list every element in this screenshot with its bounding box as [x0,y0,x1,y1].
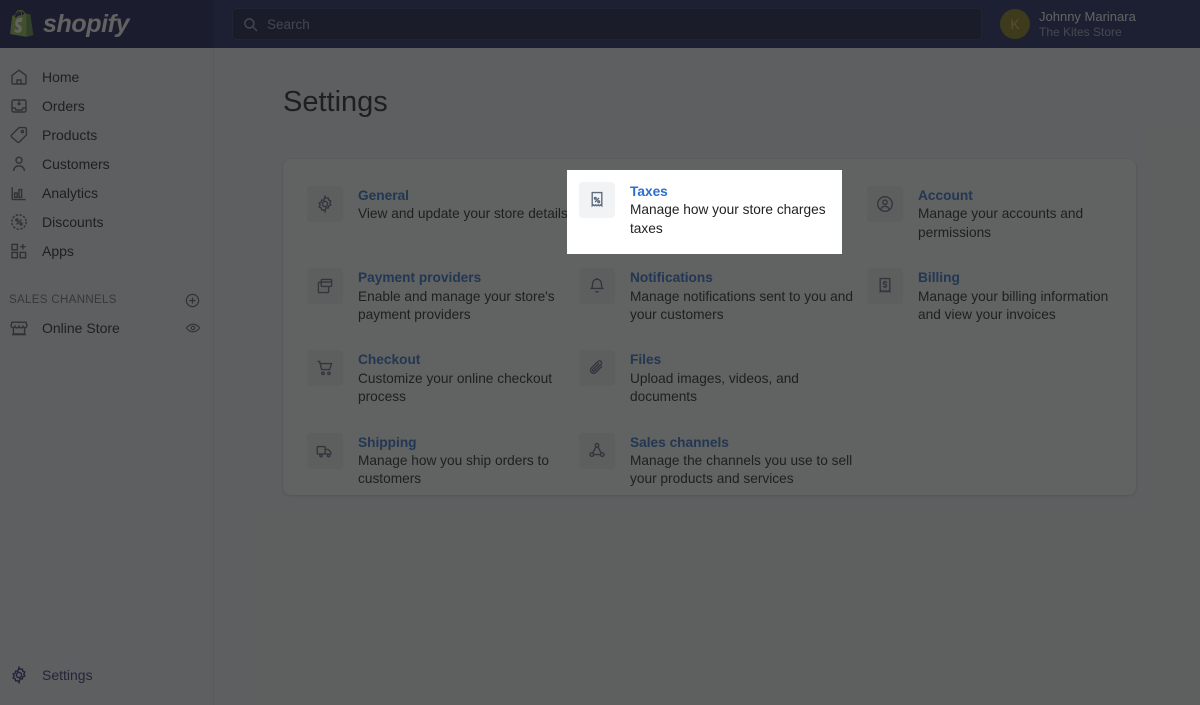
main-content: Settings General View and update your st… [214,48,1200,705]
settings-item-desc: Enable and manage your store's payment p… [358,288,555,323]
settings-item-desc: View and update your store details [358,206,568,222]
sidebar-item-products[interactable]: Products [0,120,213,149]
search-icon [244,17,258,31]
customer-person-icon [12,155,26,171]
settings-item-desc: Manage how your store charges taxes [630,202,826,236]
sidebar-item-settings[interactable]: Settings [0,660,214,689]
orders-inbox-icon [11,98,27,113]
settings-item-title[interactable]: Sales channels [630,434,855,452]
settings-item-title[interactable]: Checkout [358,351,579,369]
sidebar-item-label: Settings [42,666,93,683]
sidebar-item-label: Customers [42,155,110,172]
sidebar-item-label: Analytics [42,184,99,201]
settings-item-desc: Customize your online checkout process [358,370,553,405]
settings-item-title[interactable]: Files [630,351,855,369]
settings-item-title[interactable]: Shipping [358,434,579,452]
search-area: Search [214,0,1000,48]
sidebar-item-customers[interactable]: Customers [0,149,213,178]
settings-item-billing[interactable]: Billing Manage your billing information … [867,260,1112,342]
sidebar-item-label: Discounts [42,213,104,230]
sidebar-item-online-store[interactable]: Online Store [0,313,213,342]
settings-item-general[interactable]: General View and update your store detai… [307,178,579,260]
sidebar-item-label: Online Store [42,319,120,336]
storefront-icon [10,321,28,335]
settings-item-desc: Manage your billing information and view… [918,288,1109,323]
sidebar-item-home[interactable]: Home [0,62,213,91]
bell-icon [579,268,615,305]
gear-icon [307,186,343,222]
settings-item-title[interactable]: Taxes [630,183,830,201]
settings-item-notifications[interactable]: Notifications Manage notifications sent … [579,260,867,342]
analytics-bar-chart-icon [11,186,26,200]
store-name: The Kites Store [1039,24,1122,39]
settings-item-title[interactable]: Account [918,187,1112,205]
payment-cards-icon [307,268,343,305]
sidebar-nav: Home Orders Products Customers Analytics… [0,48,213,265]
eye-preview-icon[interactable] [185,320,201,336]
account-circle-person-icon [867,186,903,222]
home-icon [11,68,27,85]
sidebar-item-label: Home [42,68,80,85]
search-input[interactable]: Search [232,8,982,40]
app-root: shopify Search K Johnny Marinara The Kit… [0,0,1200,705]
user-name: Johnny Marinara [1039,9,1136,25]
shopify-bag-icon [10,9,34,37]
billing-receipt-dollar-icon [867,268,903,305]
user-menu[interactable]: K Johnny Marinara The Kites Store [1000,0,1200,48]
paperclip-icon [579,350,615,387]
delivery-truck-icon [307,432,343,469]
page-title: Settings [283,86,388,118]
brand-wordmark: shopify [43,9,130,38]
sidebar-item-orders[interactable]: Orders [0,91,213,120]
user-info: Johnny Marinara The Kites Store [1039,9,1136,38]
settings-item-sales-channels[interactable]: Sales channels Manage the channels you u… [579,425,867,507]
settings-item-checkout[interactable]: Checkout Customize your online checkout … [307,342,579,424]
grid-spacer [867,425,1112,507]
settings-item-account[interactable]: Account Manage your accounts and permiss… [867,178,1112,260]
sidebar-item-apps[interactable]: Apps [0,236,213,265]
settings-item-shipping[interactable]: Shipping Manage how you ship orders to c… [307,425,579,507]
settings-item-desc: Upload images, videos, and documents [630,370,799,405]
plus-circle-icon[interactable] [184,292,201,309]
top-bar: shopify Search K Johnny Marinara The Kit… [0,0,1200,48]
search-placeholder: Search [267,16,310,32]
settings-item-desc: Manage how you ship orders to customers [358,453,549,487]
discount-percent-icon [11,213,27,230]
settings-item-desc: Manage the channels you use to sell your… [630,453,853,487]
sales-channels-heading: SALES CHANNELS [9,294,117,306]
sidebar-item-discounts[interactable]: Discounts [0,207,213,236]
gear-icon [12,665,26,684]
sidebar-item-label: Products [42,126,98,143]
sidebar-item-label: Orders [42,97,85,114]
sales-channels-header: SALES CHANNELS [0,287,213,313]
settings-item-payment-providers[interactable]: Payment providers Enable and manage your… [307,260,579,342]
settings-item-title[interactable]: Payment providers [358,269,579,287]
shopping-cart-icon [307,350,343,387]
product-tag-icon [10,126,28,143]
network-nodes-icon [579,432,615,469]
settings-item-desc: Manage notifications sent to you and you… [630,288,853,323]
apps-grid-plus-icon [11,243,27,258]
grid-spacer [867,342,1112,424]
spotlight-taxes[interactable]: Taxes Manage how your store charges taxe… [567,170,842,254]
tax-receipt-percent-icon [579,182,615,218]
sidebar-item-analytics[interactable]: Analytics [0,178,213,207]
settings-item-title[interactable]: General [358,187,568,205]
sidebar: Home Orders Products Customers Analytics… [0,48,214,705]
settings-item-title[interactable]: Billing [918,269,1112,287]
settings-item-title[interactable]: Notifications [630,269,855,287]
sidebar-item-label: Apps [42,242,74,259]
settings-item-files[interactable]: Files Upload images, videos, and documen… [579,342,867,424]
avatar: K [1000,9,1030,39]
settings-item-desc: Manage your accounts and permissions [918,206,1084,240]
brand-area[interactable]: shopify [0,0,214,48]
